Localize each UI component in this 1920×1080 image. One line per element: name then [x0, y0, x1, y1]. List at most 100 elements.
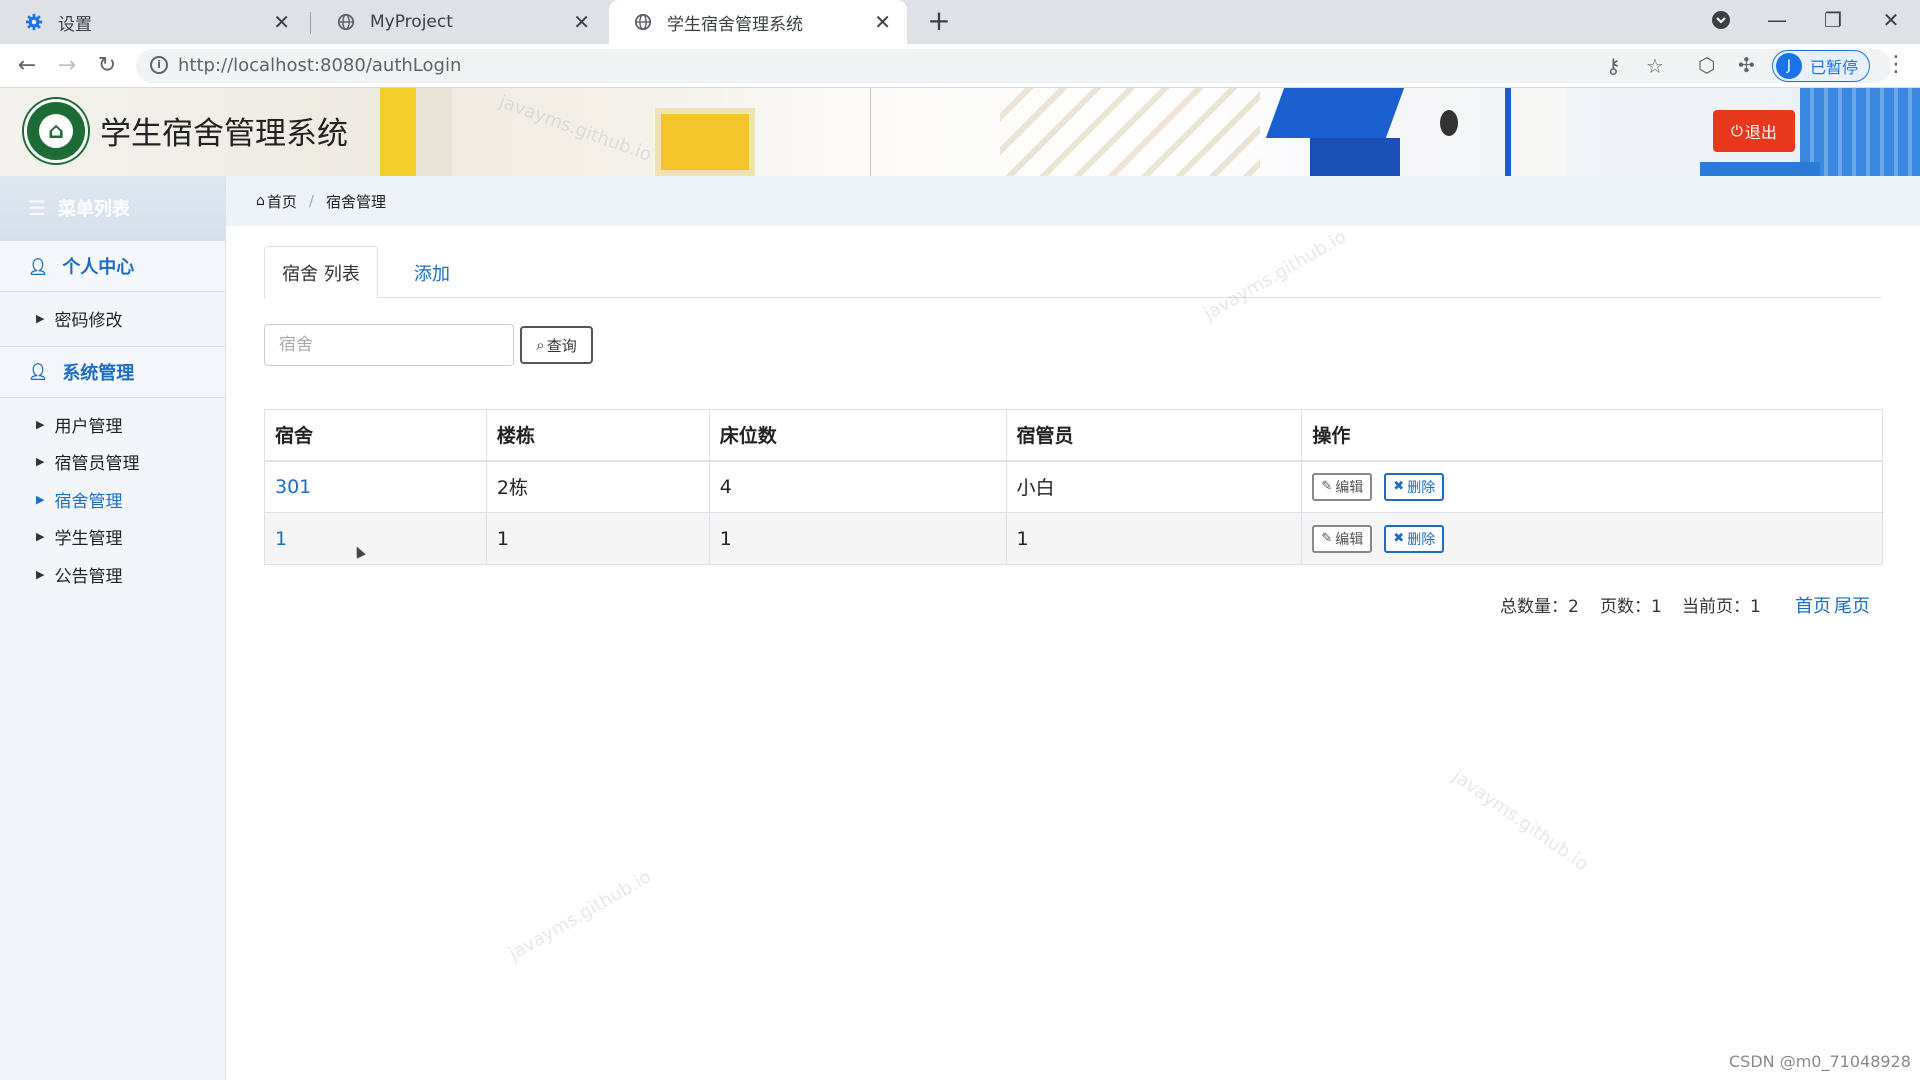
delete-button[interactable]: ✖ 删除 [1384, 472, 1445, 501]
caret-right-icon: ▶ [36, 530, 45, 544]
content-tabs: 宿舍 列表 添加 [264, 246, 1882, 299]
sidebar-item-password[interactable]: ▶ 密码修改 [0, 300, 225, 338]
avatar: J [1776, 53, 1802, 79]
menu-title: 菜单列表 [57, 199, 130, 220]
dorm-search-input[interactable] [264, 324, 514, 366]
list-icon: ☰ [28, 196, 46, 220]
manager-cell: 1 [1005, 512, 1303, 565]
power-icon: ⏻ [1731, 122, 1743, 140]
extension-shield-icon[interactable]: ⬡ [1698, 53, 1715, 77]
user-icon: 👤︎ [28, 256, 49, 276]
edit-button[interactable]: ✎ 编辑 [1312, 524, 1373, 553]
gear-icon [24, 12, 44, 32]
app-title: 学生宿舍管理系统 [100, 116, 348, 152]
table-row: 1 1 1 1 ✎ 编辑 ✖ 删除 [264, 512, 1883, 565]
puzzle-icon[interactable]: ✣ [1738, 53, 1755, 77]
browser-tab-settings[interactable]: 设置 ✕ [0, 0, 306, 44]
sidebar-section-personal[interactable]: 👤︎ 个人中心 [0, 240, 225, 292]
column-header: 宿管员 [1005, 409, 1303, 461]
back-arrow-icon[interactable]: ← [12, 51, 42, 81]
sidebar-item-users[interactable]: ▶ 用户管理 [0, 406, 225, 444]
banner-decoration [1265, 88, 1405, 138]
url-text: http://localhost:8080/authLogin [178, 55, 461, 76]
dorm-link[interactable]: 1 [264, 512, 487, 565]
tab-add[interactable]: 添加 [392, 246, 472, 299]
minimize-icon[interactable]: — [1752, 0, 1802, 40]
pencil-icon: ✎ [1321, 531, 1333, 546]
pager-current-value: 1 [1750, 597, 1761, 617]
search-icon: ⌕ [536, 336, 545, 354]
building-cell: 2栋 [485, 460, 710, 513]
sidebar-item-notices[interactable]: ▶ 公告管理 [0, 556, 225, 594]
dorm-link[interactable]: 301 [264, 460, 487, 513]
menu-header: ☰ 菜单列表 [0, 176, 225, 240]
section-label: 系统管理 [62, 362, 135, 384]
search-button[interactable]: ⌕ 查询 [520, 326, 593, 364]
building-cell: 1 [485, 512, 710, 565]
close-icon[interactable]: ✕ [573, 10, 590, 34]
watermark: javayms.github.io [1448, 765, 1592, 876]
tab-divider [310, 12, 311, 34]
banner-decoration [1440, 110, 1458, 136]
pencil-icon: ✎ [1321, 479, 1333, 495]
banner-decoration [416, 88, 452, 176]
sidebar-item-students[interactable]: ▶ 学生管理 [0, 518, 225, 556]
breadcrumb-home[interactable]: 首页 [267, 191, 297, 212]
caret-right-icon: ▶ [36, 312, 45, 326]
logout-button[interactable]: ⏻ 退出 [1713, 110, 1795, 152]
address-bar: ← → ↻ i http://localhost:8080/authLogin … [0, 44, 1920, 88]
window-close-icon[interactable]: ✕ [1866, 0, 1916, 40]
browser-tab-dorm-system[interactable]: 学生宿舍管理系统 ✕ [609, 0, 907, 44]
close-icon[interactable]: ✕ [874, 10, 891, 34]
reload-icon[interactable]: ↻ [92, 51, 122, 81]
new-tab-button[interactable]: + [923, 6, 955, 38]
browser-tab-myproject[interactable]: MyProject ✕ [312, 0, 606, 44]
column-header: 操作 [1301, 409, 1883, 461]
caret-right-icon: ▶ [36, 567, 45, 581]
edit-label: 编辑 [1335, 479, 1364, 496]
restore-icon[interactable]: ❐ [1808, 0, 1858, 40]
globe-icon [633, 12, 653, 32]
pager-current-label: 当前页： [1682, 597, 1750, 617]
close-icon[interactable]: ✕ [273, 10, 290, 34]
more-menu-icon[interactable]: ⋮ [1885, 52, 1907, 77]
banner-decoration [1700, 162, 1820, 176]
column-header: 楼栋 [485, 409, 710, 461]
breadcrumb: ⌂ 首页 / 宿舍管理 [226, 176, 1920, 226]
profile-button[interactable]: J 已暂停 [1772, 50, 1870, 82]
sidebar-section-system[interactable]: 👤︎ 系统管理 [0, 345, 225, 398]
edit-button[interactable]: ✎ 编辑 [1312, 472, 1373, 501]
beds-cell: 4 [708, 460, 1007, 513]
delete-label: 删除 [1407, 479, 1436, 496]
banner-decoration [655, 108, 755, 176]
last-page-link[interactable]: 尾页 [1834, 592, 1870, 618]
globe-icon [336, 12, 356, 32]
browser-tab-strip: 设置 ✕ MyProject ✕ 学生宿舍管理系统 ✕ + — ❐ ✕ [0, 0, 1920, 44]
pager-pages-value: 1 [1651, 597, 1662, 617]
tab-dorm-list[interactable]: 宿舍 列表 [264, 246, 378, 299]
university-logo: ⌂ [24, 99, 88, 163]
sidebar-item-dorms[interactable]: ▶ 宿舍管理 [0, 481, 225, 519]
caret-right-icon: ▶ [36, 455, 45, 469]
tab-search-icon[interactable] [1696, 0, 1746, 40]
forward-arrow-icon[interactable]: → [52, 51, 82, 81]
sidebar-item-label: 用户管理 [54, 416, 123, 437]
pager-current: 当前页：1 [1682, 592, 1761, 617]
banner-decoration [1310, 138, 1400, 176]
sidebar-item-dorm-managers[interactable]: ▶ 宿管员管理 [0, 443, 225, 481]
browser-tab-title: 学生宿舍管理系统 [667, 14, 803, 35]
site-info-icon[interactable]: i [150, 56, 168, 74]
watermark: javayms.github.io [505, 866, 655, 965]
first-page-link[interactable]: 首页 [1795, 592, 1831, 618]
breadcrumb-separator: / [308, 192, 314, 210]
table-row: 301 2栋 4 小白 ✎ 编辑 ✖ 删除 [264, 460, 1883, 513]
breadcrumb-current: 宿舍管理 [325, 192, 386, 211]
star-icon[interactable]: ☆ [1646, 54, 1664, 78]
key-icon[interactable]: ⚷ [1606, 54, 1621, 78]
delete-button[interactable]: ✖ 删除 [1384, 524, 1445, 553]
url-field[interactable]: i http://localhost:8080/authLogin ⚷ ☆ [136, 49, 1891, 83]
browser-tab-title: MyProject [370, 12, 453, 32]
banner-decoration [870, 88, 871, 176]
